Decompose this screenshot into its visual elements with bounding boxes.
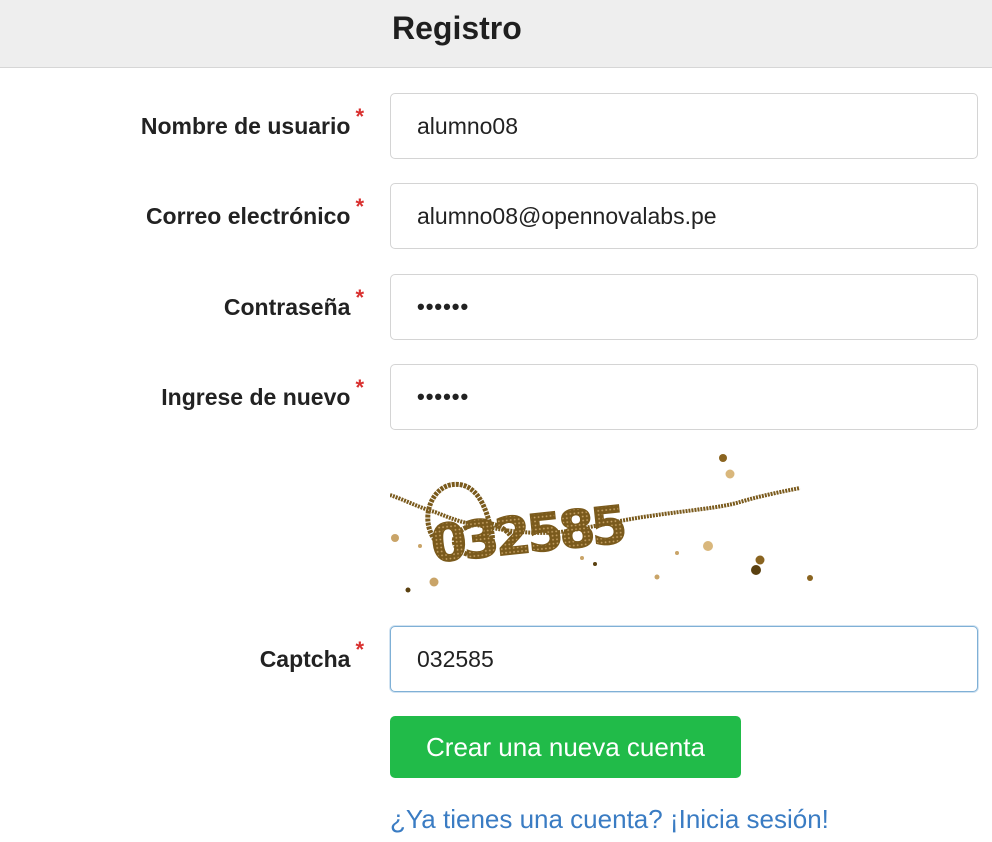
create-account-button[interactable]: Crear una nueva cuenta (390, 716, 741, 778)
captcha-row: Captcha * (0, 626, 992, 692)
username-label-wrap: Nombre de usuario * (141, 93, 364, 159)
password-label: Contraseña (223, 293, 351, 320)
captcha-label: Captcha (259, 645, 351, 672)
page-header: Registro (0, 0, 992, 68)
captcha-input[interactable] (390, 626, 978, 692)
required-marker: * (355, 104, 364, 129)
password-label-wrap: Contraseña * (224, 274, 364, 340)
required-marker: * (355, 375, 364, 400)
captcha-text: 032585 (428, 495, 627, 575)
email-row: Correo electrónico * (0, 183, 992, 249)
required-marker: * (355, 194, 364, 219)
captcha-image: 032585 (390, 454, 813, 593)
password-confirm-row: Ingrese de nuevo * (0, 364, 992, 430)
username-row: Nombre de usuario * (0, 93, 992, 159)
required-marker: * (355, 285, 364, 310)
captcha-label-wrap: Captcha * (260, 626, 364, 692)
password-row: Contraseña * (0, 274, 992, 340)
password-confirm-label-wrap: Ingrese de nuevo * (161, 364, 364, 430)
login-link[interactable]: ¿Ya tienes una cuenta? ¡Inicia sesión! (390, 804, 829, 835)
password-confirm-input[interactable] (390, 364, 978, 430)
password-confirm-label: Ingrese de nuevo (161, 383, 351, 410)
required-marker: * (355, 637, 364, 662)
email-label: Correo electrónico (145, 202, 351, 229)
email-label-wrap: Correo electrónico * (146, 183, 364, 249)
password-input[interactable] (390, 274, 978, 340)
page-title: Registro (392, 10, 522, 46)
email-input[interactable] (390, 183, 978, 249)
username-label: Nombre de usuario (140, 112, 351, 139)
username-input[interactable] (390, 93, 978, 159)
